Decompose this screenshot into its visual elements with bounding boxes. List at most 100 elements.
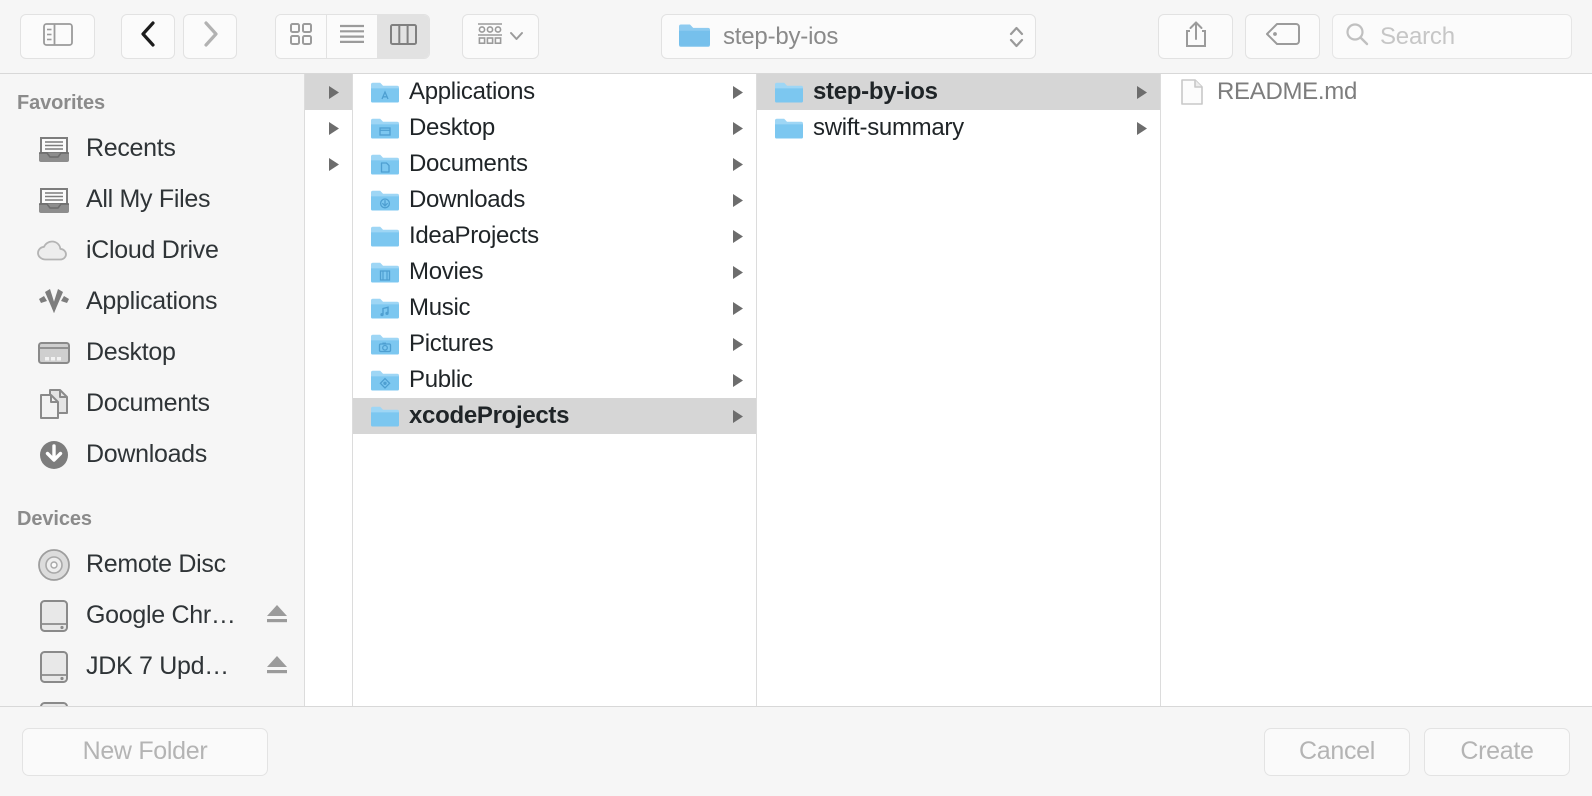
table-row[interactable]: Desktop <box>353 110 756 146</box>
search-placeholder: Search <box>1380 22 1455 50</box>
folder-movies-icon <box>369 259 399 285</box>
disclosure-chevron-icon <box>326 120 341 137</box>
table-row[interactable]: swift-summary <box>757 110 1160 146</box>
search-icon <box>1345 22 1369 51</box>
folder-music-icon <box>369 295 399 321</box>
table-row[interactable]: IdeaProjects <box>353 218 756 254</box>
disclosure-chevron-icon <box>730 300 745 317</box>
folder-icon <box>369 403 399 429</box>
sidebar-item-applications[interactable]: Applications <box>0 276 304 327</box>
row-label: Desktop <box>409 114 495 141</box>
sidebar-item-remote-disc[interactable]: Remote Disc <box>0 539 304 590</box>
external-drive-icon <box>35 699 73 706</box>
back-button[interactable] <box>121 14 175 59</box>
tag-icon <box>1265 23 1300 50</box>
sidebar-item-label: All My Files <box>86 185 211 213</box>
arrange-icon <box>477 23 503 50</box>
share-button[interactable] <box>1158 14 1233 59</box>
arrange-button[interactable] <box>462 14 539 59</box>
disclosure-chevron-icon <box>326 84 341 101</box>
disclosure-chevron-icon <box>730 408 745 425</box>
sidebar-item-label: Documents <box>86 389 210 417</box>
sidebar-item-desktop[interactable]: Desktop <box>0 327 304 378</box>
disclosure-chevron-icon <box>730 84 745 101</box>
disclosure-chevron-icon <box>730 372 745 389</box>
sidebar-item-label: iCloud Drive <box>86 236 219 264</box>
column-row-partial[interactable] <box>305 110 352 146</box>
chevron-left-icon <box>140 20 157 53</box>
forward-button[interactable] <box>183 14 237 59</box>
table-row[interactable]: Music <box>353 290 756 326</box>
sidebar: Favorites Recents All My Files iCloud Dr… <box>0 74 305 706</box>
column-row-partial[interactable] <box>305 146 352 182</box>
folder-icon <box>678 21 711 53</box>
row-label: Music <box>409 294 471 321</box>
column-browser: Applications Desktop Documents Downloads… <box>305 74 1592 706</box>
search-input[interactable]: Search <box>1332 14 1572 59</box>
cancel-button[interactable]: Cancel <box>1264 727 1410 776</box>
table-row[interactable]: Public <box>353 362 756 398</box>
eject-icon[interactable] <box>264 653 290 680</box>
table-row-selected[interactable]: xcodeProjects <box>353 398 756 434</box>
table-row[interactable]: Movies <box>353 254 756 290</box>
table-row[interactable]: Documents <box>353 146 756 182</box>
icloud-drive-icon <box>35 232 73 270</box>
disclosure-chevron-icon <box>730 120 745 137</box>
stepper-icon[interactable] <box>1008 24 1025 50</box>
sidebar-item-google-chrome-drive[interactable]: Google Chr… <box>0 590 304 641</box>
folder-downloads-icon <box>369 187 399 213</box>
table-row[interactable]: README.md <box>1161 74 1592 110</box>
sidebar-item-partial-drive[interactable] <box>0 692 304 706</box>
table-row-selected[interactable]: step-by-ios <box>757 74 1160 110</box>
tag-button[interactable] <box>1245 14 1320 59</box>
column-row-partial[interactable] <box>305 74 352 110</box>
sidebar-item-icloud-drive[interactable]: iCloud Drive <box>0 225 304 276</box>
all-my-files-icon <box>35 181 73 219</box>
row-label: Documents <box>409 150 528 177</box>
disclosure-chevron-icon <box>730 156 745 173</box>
optical-disc-icon <box>35 546 73 584</box>
sidebar-item-label: Downloads <box>86 440 207 468</box>
column-xcodeprojects[interactable]: step-by-ios swift-summary <box>757 74 1161 706</box>
sidebar-toggle-button[interactable] <box>20 14 95 59</box>
table-row[interactable]: Downloads <box>353 182 756 218</box>
row-label: xcodeProjects <box>409 402 570 429</box>
sidebar-item-label: Recents <box>86 134 176 162</box>
sidebar-item-all-my-files[interactable]: All My Files <box>0 174 304 225</box>
sidebar-toggle-icon <box>42 22 73 51</box>
disclosure-chevron-icon <box>730 336 745 353</box>
sidebar-item-label: Remote Disc <box>86 550 226 578</box>
disclosure-chevron-icon <box>1134 120 1149 137</box>
view-icon-button[interactable] <box>276 15 327 58</box>
view-column-button[interactable] <box>378 15 429 58</box>
sidebar-item-documents[interactable]: Documents <box>0 378 304 429</box>
sidebar-item-downloads[interactable]: Downloads <box>0 429 304 480</box>
dialog-body: Favorites Recents All My Files iCloud Dr… <box>0 74 1592 706</box>
sidebar-section-divider <box>0 480 304 508</box>
bottom-bar: New Folder Cancel Create <box>0 706 1592 796</box>
path-popup-container: step-by-ios <box>539 14 1158 59</box>
chevron-down-icon <box>509 28 524 46</box>
new-folder-button[interactable]: New Folder <box>22 727 268 776</box>
eject-icon[interactable] <box>264 602 290 629</box>
folder-icon <box>773 115 803 141</box>
applications-icon <box>35 283 73 321</box>
sidebar-section-devices: Devices Remote Disc Google Chr… JDK 7 Up… <box>0 508 304 706</box>
table-row[interactable]: Pictures <box>353 326 756 362</box>
create-button[interactable]: Create <box>1424 727 1570 776</box>
folder-icon <box>369 223 399 249</box>
recents-icon <box>35 130 73 168</box>
column-step-by-ios[interactable]: README.md <box>1161 74 1592 706</box>
view-list-button[interactable] <box>327 15 378 58</box>
navigation-buttons <box>121 14 237 59</box>
column-partial[interactable] <box>305 74 353 706</box>
table-row[interactable]: Applications <box>353 74 756 110</box>
folder-public-icon <box>369 367 399 393</box>
sidebar-section-favorites: Favorites Recents All My Files iCloud Dr… <box>0 92 304 480</box>
sidebar-item-jdk-drive[interactable]: JDK 7 Upd… <box>0 641 304 692</box>
sidebar-item-recents[interactable]: Recents <box>0 123 304 174</box>
path-popup-button[interactable]: step-by-ios <box>661 14 1036 59</box>
documents-icon <box>35 385 73 423</box>
column-home[interactable]: Applications Desktop Documents Downloads… <box>353 74 757 706</box>
sidebar-item-label: Applications <box>86 287 218 315</box>
